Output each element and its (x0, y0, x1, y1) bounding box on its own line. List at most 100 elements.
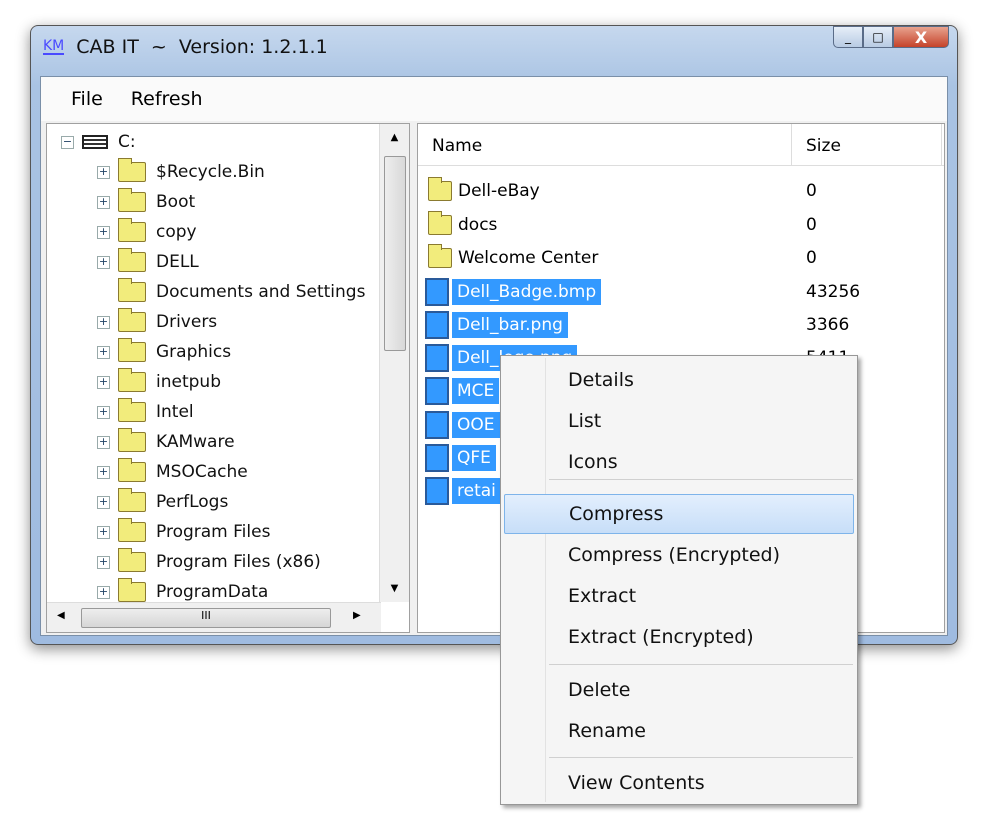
file-icon (425, 344, 449, 372)
scroll-thumb[interactable] (384, 156, 406, 351)
file-name: Welcome Center (458, 248, 599, 268)
folder-icon (428, 244, 452, 268)
menu-separator (549, 757, 853, 758)
menu-file[interactable]: File (71, 88, 103, 110)
expand-icon[interactable]: + (97, 165, 110, 179)
close-button[interactable]: X (893, 26, 949, 48)
file-icon (425, 278, 449, 306)
file-icon (425, 411, 449, 439)
tree-item[interactable]: + KAMware (97, 428, 235, 455)
hscroll-thumb[interactable]: III (81, 608, 331, 628)
folder-icon (118, 248, 146, 272)
tree-item[interactable]: + Drivers (97, 308, 217, 335)
folder-icon (118, 578, 146, 602)
tree-item[interactable]: + copy (97, 218, 197, 245)
menu-item-delete[interactable]: Delete (504, 670, 854, 710)
tree-item[interactable]: Documents and Settings (97, 278, 365, 305)
expand-icon[interactable]: + (97, 495, 110, 509)
file-name: QFE (452, 445, 496, 471)
file-name: docs (458, 215, 498, 235)
scroll-left-arrow[interactable]: ◀ (57, 610, 65, 621)
tree-item[interactable]: + PerfLogs (97, 488, 228, 515)
file-name: Dell_Badge.bmp (452, 279, 602, 305)
list-header: Name Size (418, 124, 944, 166)
expand-icon[interactable]: + (97, 435, 110, 449)
menu-item-view-contents[interactable]: View Contents (504, 763, 854, 803)
scroll-up-arrow[interactable]: ▲ (380, 124, 409, 143)
menu-bar: File Refresh (41, 77, 947, 121)
file-name: OOE (452, 412, 500, 438)
folder-icon (118, 368, 146, 392)
expand-icon[interactable]: + (97, 555, 110, 569)
minimize-button[interactable]: _ (833, 26, 863, 48)
expand-icon[interactable]: + (97, 375, 110, 389)
tree-item[interactable]: + MSOCache (97, 458, 248, 485)
file-icon (425, 444, 449, 472)
menu-item-details[interactable]: Details (504, 360, 854, 400)
menu-item-compress[interactable]: Compress (504, 494, 854, 534)
tree-item[interactable]: + Program Files (97, 518, 270, 545)
folder-icon (118, 398, 146, 422)
expand-icon[interactable]: + (97, 315, 110, 329)
folder-icon (118, 488, 146, 512)
menu-separator (549, 664, 853, 665)
menu-refresh[interactable]: Refresh (131, 88, 203, 110)
file-icon (425, 311, 449, 339)
file-icon (425, 377, 449, 405)
expand-icon[interactable]: + (97, 195, 110, 209)
file-size: 3366 (806, 315, 850, 335)
tree-item[interactable]: + Intel (97, 398, 194, 425)
list-row[interactable]: Welcome Center 0 (428, 243, 938, 273)
file-size: 0 (806, 181, 817, 201)
folder-icon (428, 211, 452, 235)
menu-item-extract[interactable]: Extract (504, 576, 854, 616)
folder-icon (118, 218, 146, 242)
folder-icon (118, 518, 146, 542)
menu-item-extract-encrypted[interactable]: Extract (Encrypted) (504, 617, 854, 657)
collapse-icon[interactable]: − (61, 135, 74, 149)
list-row[interactable]: Dell_Badge.bmp 43256 (425, 277, 938, 307)
file-size: 0 (806, 215, 817, 235)
column-name[interactable]: Name (418, 124, 792, 165)
tree-root[interactable]: − C: (61, 129, 136, 155)
list-row[interactable]: Dell_bar.png 3366 (425, 310, 938, 340)
file-name: Dell-eBay (458, 181, 540, 201)
file-name: Dell_bar.png (452, 312, 568, 338)
folder-icon (118, 548, 146, 572)
expand-icon[interactable]: + (97, 405, 110, 419)
menu-item-rename[interactable]: Rename (504, 711, 854, 751)
file-name: MCE (452, 378, 500, 404)
menu-item-icons[interactable]: Icons (504, 442, 854, 482)
menu-item-compress-encrypted[interactable]: Compress (Encrypted) (504, 535, 854, 575)
scroll-down-arrow[interactable]: ▼ (380, 583, 409, 594)
folder-icon (118, 278, 146, 302)
column-size[interactable]: Size (792, 124, 942, 165)
tree-item[interactable]: + Program Files (x86) (97, 548, 321, 575)
expand-icon[interactable]: + (97, 585, 110, 599)
tree-item[interactable]: + inetpub (97, 368, 221, 395)
drive-icon (82, 135, 108, 149)
tree-item[interactable]: + DELL (97, 248, 199, 275)
file-icon (425, 477, 449, 505)
expand-icon[interactable]: + (97, 465, 110, 479)
expand-icon[interactable]: + (97, 345, 110, 359)
vertical-scrollbar[interactable]: ▲ ▼ (379, 124, 409, 602)
tree-item[interactable]: + Boot (97, 188, 195, 215)
menu-item-list[interactable]: List (504, 401, 854, 441)
folder-icon (118, 338, 146, 362)
list-row[interactable]: docs 0 (428, 210, 938, 240)
context-menu: Details List Icons Compress Compress (Encryp… (500, 355, 858, 805)
folder-icon (118, 458, 146, 482)
list-row[interactable]: Dell-eBay 0 (428, 176, 938, 206)
app-logo: KM (43, 38, 65, 55)
folder-icon (118, 308, 146, 332)
expand-icon[interactable]: + (97, 225, 110, 239)
expand-icon[interactable]: + (97, 525, 110, 539)
expand-icon[interactable]: + (97, 255, 110, 269)
tree-item[interactable]: + $Recycle.Bin (97, 158, 265, 185)
scroll-right-arrow[interactable]: ▶ (353, 610, 361, 621)
folder-tree[interactable]: − C: + $Recycle.Bin + Boot + copy + DELL Documen… (46, 123, 410, 633)
maximize-button[interactable]: □ (863, 26, 893, 48)
tree-item[interactable]: + Graphics (97, 338, 231, 365)
horizontal-scrollbar[interactable]: ◀ III ▶ (47, 602, 381, 632)
